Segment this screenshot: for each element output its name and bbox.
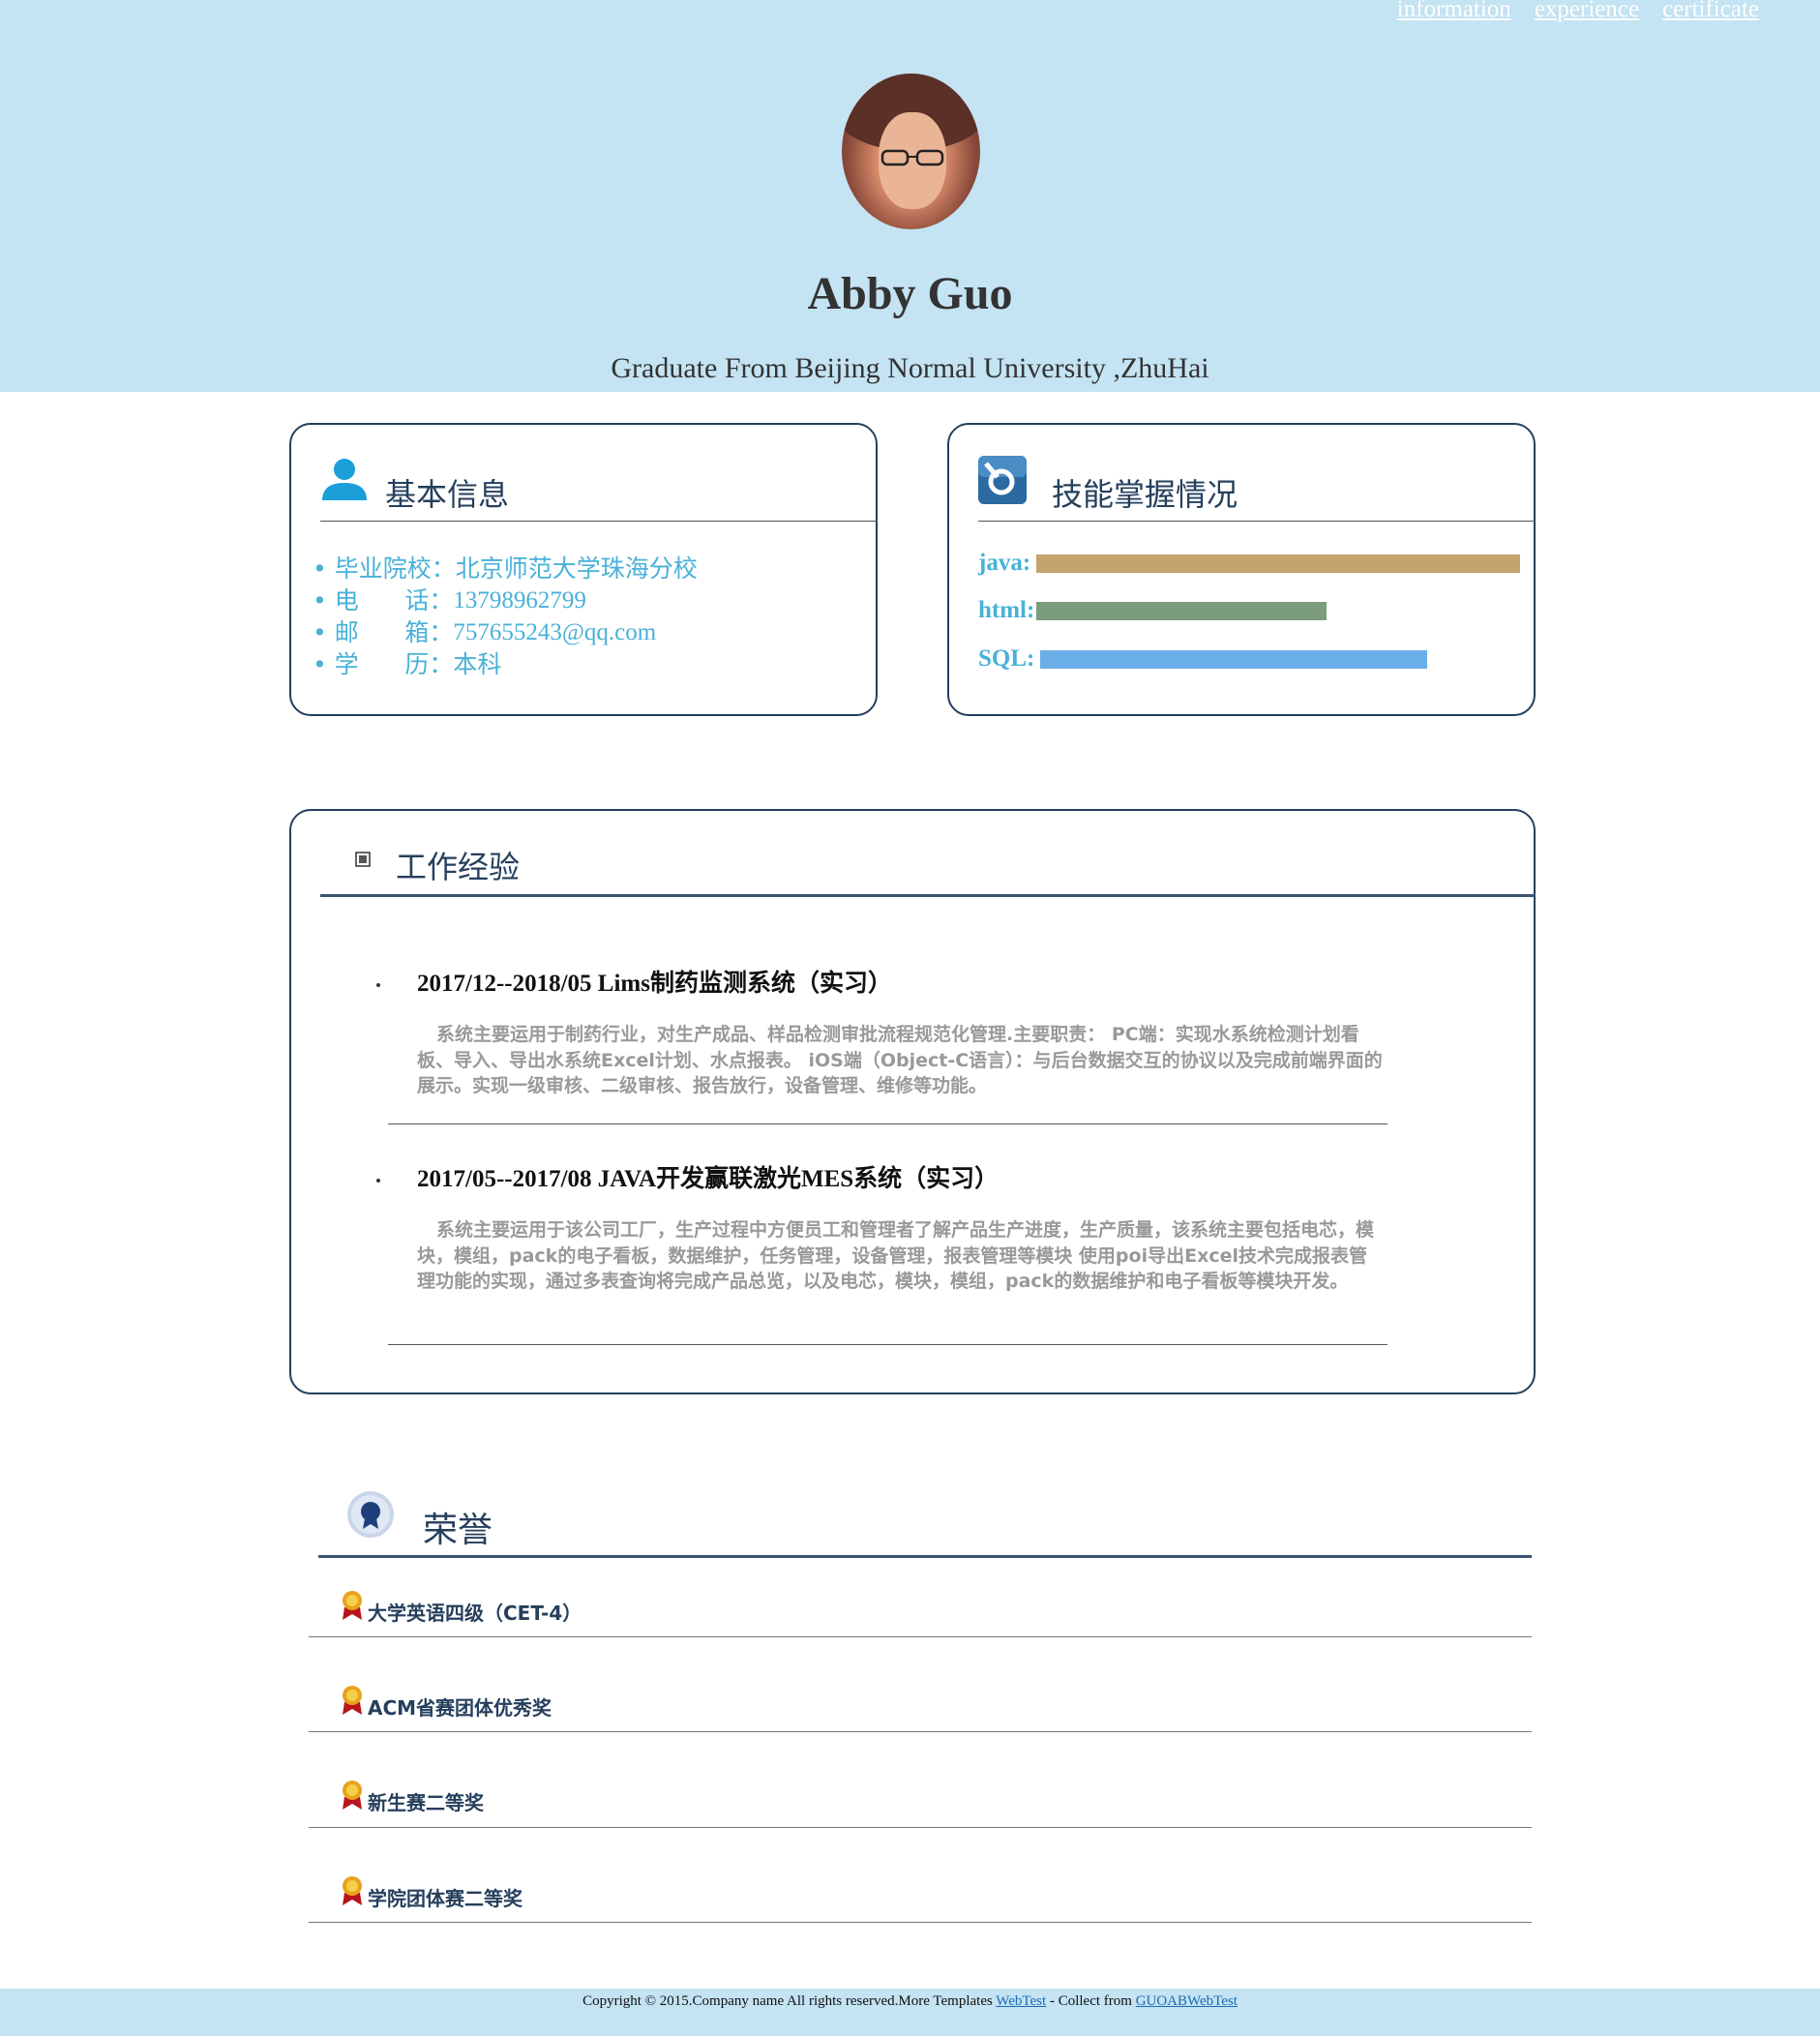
info-label: • 学 历： bbox=[313, 650, 454, 678]
medal-icon bbox=[346, 1490, 395, 1543]
broken-image-icon bbox=[355, 852, 371, 872]
profile-subtitle: Graduate From Beijing Normal University … bbox=[611, 352, 1209, 384]
info-value: 本科 bbox=[453, 650, 502, 678]
footer-copyright: Copyright © 2015.Company name All rights… bbox=[582, 1993, 997, 2009]
bullet bbox=[376, 1179, 380, 1183]
info-row-degree: • 学 历： 本科 bbox=[313, 648, 698, 680]
avatar bbox=[842, 74, 980, 229]
divider bbox=[320, 894, 1536, 897]
basic-info-card: 基本信息 • 毕业院校： 北京师范大学珠海分校 • 电 话： 13798962799… bbox=[289, 423, 878, 716]
award-ribbon-icon bbox=[341, 1590, 364, 1626]
experience-item-title: 2017/05--2017/08 JAVA开发赢联激光MES系统（实习） bbox=[417, 1166, 1000, 1192]
divider bbox=[320, 521, 878, 522]
divider bbox=[978, 521, 1536, 522]
skill-row-html: html: bbox=[978, 597, 1328, 624]
honor-item: 学院团体赛二等奖 bbox=[341, 1875, 522, 1911]
experience-item-desc: 系统主要运用于制药行业，对生产成品、样品检测审批流程规范化管理.主要职责： PC… bbox=[417, 1024, 1383, 1096]
nav-experience-link[interactable]: experience bbox=[1535, 0, 1639, 23]
skill-bar-java bbox=[1036, 554, 1521, 573]
skill-label: html: bbox=[978, 597, 1035, 623]
footer-middle-text: - Collect from bbox=[1046, 1993, 1136, 2009]
info-value: 北京师范大学珠海分校 bbox=[455, 554, 698, 583]
divider bbox=[309, 1636, 1532, 1637]
info-label: • 邮 箱： bbox=[313, 618, 454, 646]
honor-label: 新生赛二等奖 bbox=[368, 1791, 484, 1814]
skill-bar-html bbox=[1036, 601, 1328, 620]
skill-label: java: bbox=[978, 550, 1031, 576]
award-ribbon-icon bbox=[341, 1780, 364, 1815]
skill-row-java: java: bbox=[978, 550, 1521, 577]
skill-row-sql: SQL: bbox=[978, 645, 1428, 673]
info-value: 757655243@qq.com bbox=[453, 619, 657, 645]
bullet bbox=[376, 983, 380, 987]
footer: Copyright © 2015.Company name All rights… bbox=[0, 1989, 1820, 2036]
divider bbox=[318, 1555, 1532, 1558]
header-banner: information experience certificate Abby … bbox=[0, 0, 1820, 392]
info-label: • 毕业院校： bbox=[313, 554, 456, 583]
profile-name: Abby Guo bbox=[807, 268, 1013, 319]
skill-label: SQL: bbox=[978, 645, 1035, 672]
experience-title: 工作经验 bbox=[396, 849, 521, 885]
info-row-email: • 邮 箱： 757655243@qq.com bbox=[313, 616, 698, 648]
basic-info-list: • 毕业院校： 北京师范大学珠海分校 • 电 话： 13798962799 • 邮 … bbox=[313, 553, 698, 680]
experience-card: 工作经验 2017/12--2018/05 Lims制药监测系统（实习） 系统主… bbox=[289, 809, 1536, 1394]
honor-item: ACM省赛团体优秀奖 bbox=[341, 1685, 552, 1721]
info-value: 13798962799 bbox=[453, 587, 586, 614]
nav-information-link[interactable]: information bbox=[1397, 0, 1511, 23]
wrench-icon bbox=[978, 456, 1027, 509]
experience-item-title: 2017/12--2018/05 Lims制药监测系统（实习） bbox=[417, 971, 892, 997]
honor-item: 新生赛二等奖 bbox=[341, 1780, 484, 1815]
skills-title: 技能掌握情况 bbox=[1052, 476, 1238, 513]
divider bbox=[388, 1344, 1387, 1345]
info-row-school: • 毕业院校： 北京师范大学珠海分校 bbox=[313, 553, 698, 584]
divider bbox=[309, 1731, 1532, 1732]
divider bbox=[309, 1922, 1532, 1923]
basic-info-title: 基本信息 bbox=[385, 476, 510, 513]
info-row-phone: • 电 话： 13798962799 bbox=[313, 584, 698, 616]
footer-link-guoabwebtest[interactable]: GUOABWebTest bbox=[1136, 1993, 1238, 2009]
footer-link-webtest[interactable]: WebTest bbox=[996, 1993, 1046, 2009]
honor-label: ACM省赛团体优秀奖 bbox=[368, 1696, 552, 1720]
top-nav: information experience certificate bbox=[1397, 0, 1759, 23]
experience-item-desc: 系统主要运用于该公司工厂，生产过程中方便员工和管理者了解产品生产进度，生产质量，… bbox=[417, 1219, 1375, 1292]
info-label: • 电 话： bbox=[313, 586, 454, 614]
honor-item: 大学英语四级（CET-4） bbox=[341, 1590, 582, 1626]
person-icon bbox=[320, 458, 369, 505]
divider bbox=[388, 1123, 1387, 1124]
skill-bar-sql bbox=[1040, 649, 1428, 669]
divider bbox=[309, 1827, 1532, 1828]
nav-certificate-link[interactable]: certificate bbox=[1662, 0, 1759, 23]
honor-label: 学院团体赛二等奖 bbox=[368, 1887, 522, 1910]
skills-card: 技能掌握情况 java: html: SQL: bbox=[947, 423, 1536, 716]
honors-title: 荣誉 bbox=[423, 1511, 493, 1550]
honor-label: 大学英语四级（CET-4） bbox=[368, 1602, 582, 1625]
award-ribbon-icon bbox=[341, 1875, 364, 1911]
award-ribbon-icon bbox=[341, 1685, 364, 1721]
